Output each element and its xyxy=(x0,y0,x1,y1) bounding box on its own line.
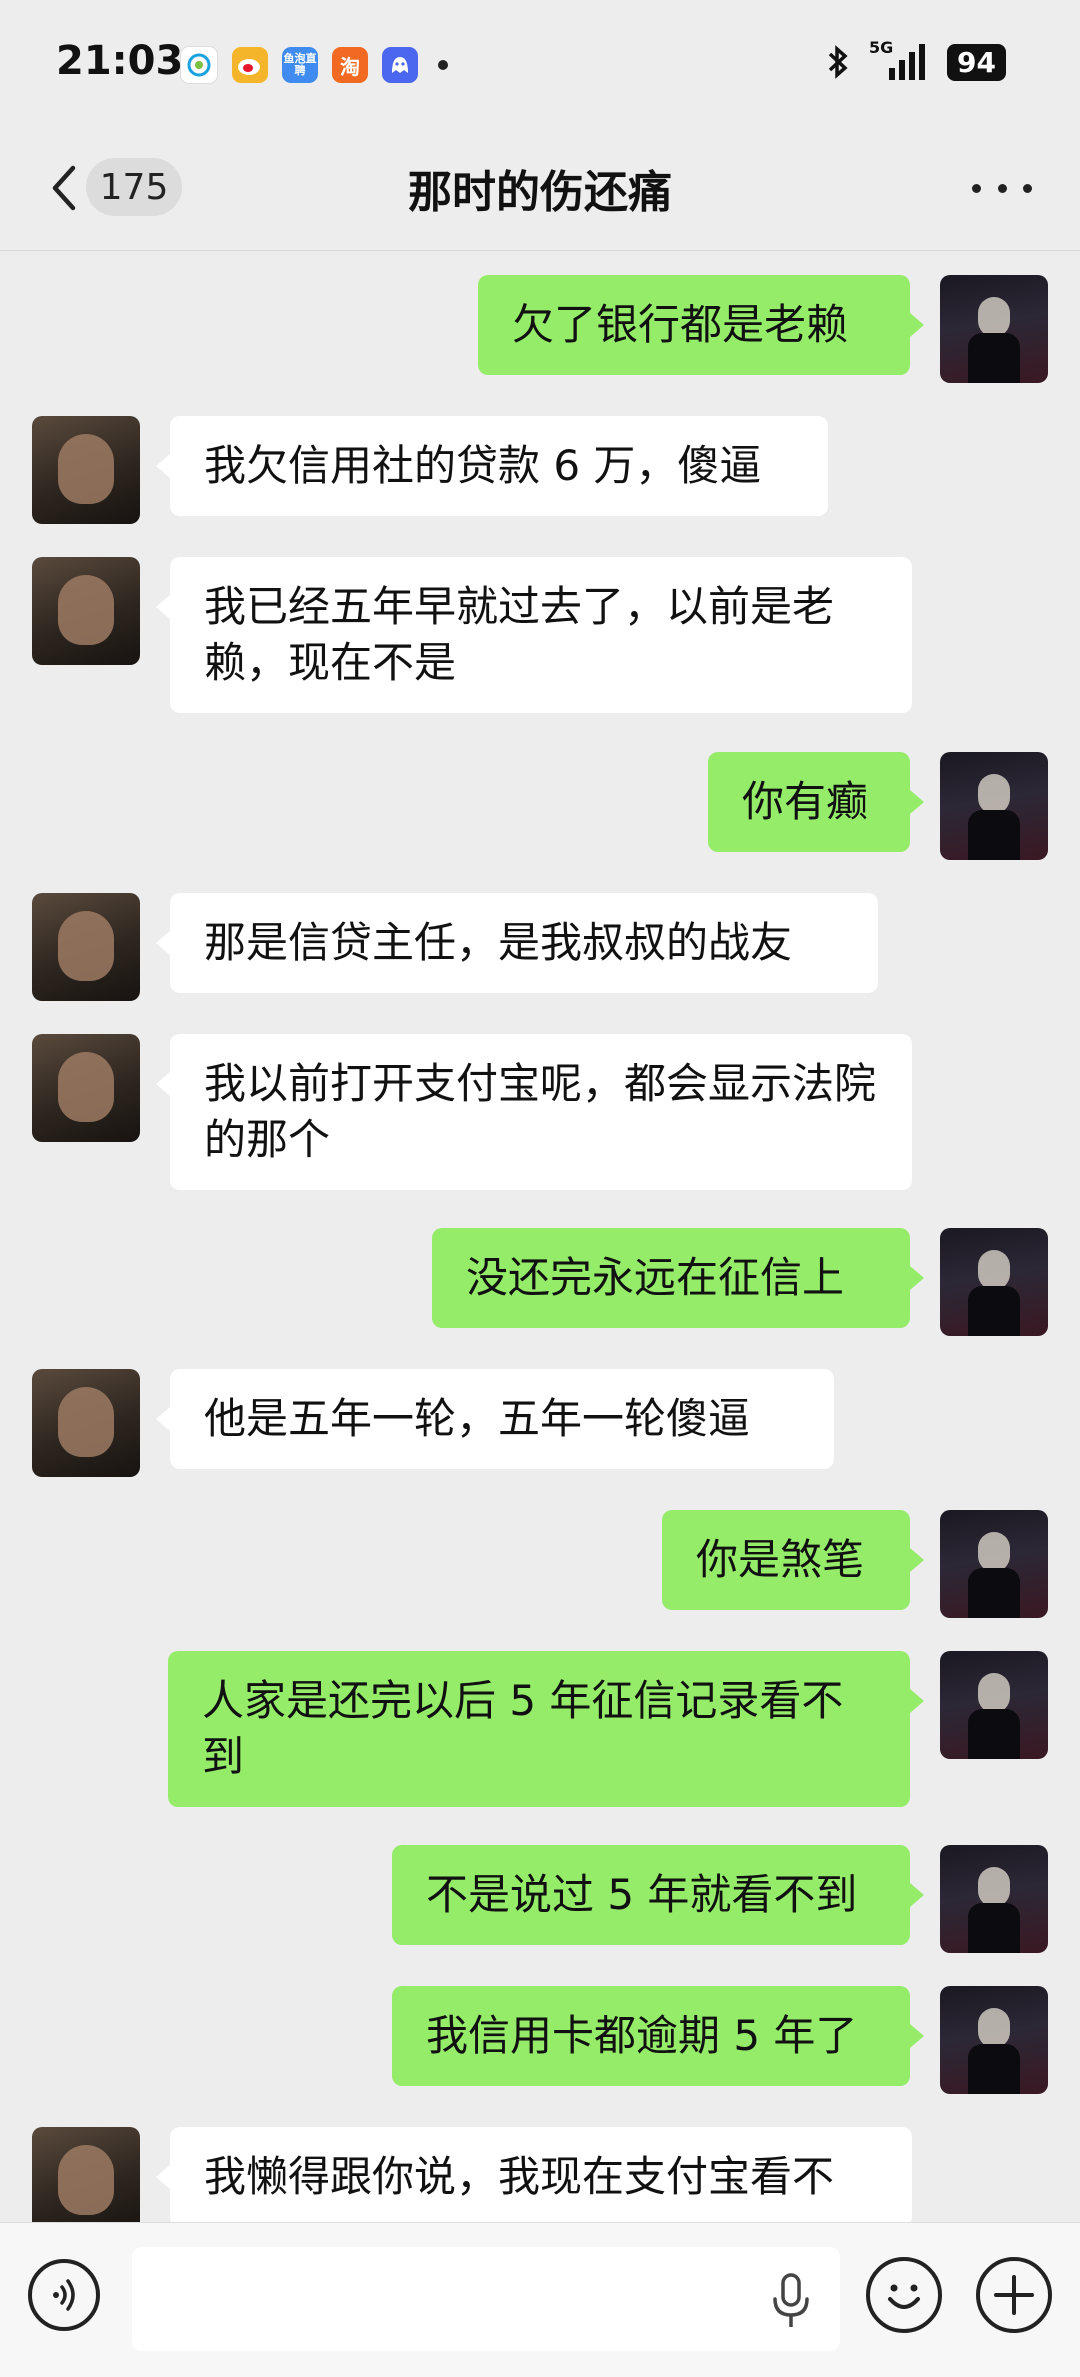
status-bar: 21:03 鱼泡直聘 淘 5G 94 xyxy=(0,0,1080,128)
my-avatar[interactable] xyxy=(940,1510,1048,1618)
weibo-icon xyxy=(232,47,268,83)
system-status: 5G 94 xyxy=(825,38,1006,82)
my-avatar[interactable] xyxy=(940,1845,1048,1953)
douyu-icon: 鱼泡直聘 xyxy=(282,47,318,83)
contact-avatar[interactable] xyxy=(32,2127,140,2222)
china-mobile-icon xyxy=(180,46,218,84)
chat-header: 175 那时的伤还痛 xyxy=(0,128,1080,251)
emoji-button[interactable] xyxy=(866,2257,942,2333)
contact-avatar[interactable] xyxy=(32,416,140,524)
message-input[interactable] xyxy=(132,2247,840,2351)
chat-title: 那时的伤还痛 xyxy=(408,167,672,218)
plus-icon xyxy=(994,2275,1034,2315)
incoming-message-bubble[interactable]: 那是信贷主任，是我叔叔的战友 xyxy=(156,893,878,993)
incoming-message-bubble[interactable]: 我懒得跟你说，我现在支付宝看不 xyxy=(156,2127,912,2222)
outgoing-message-bubble[interactable]: 我信用卡都逾期 5 年了 xyxy=(392,1986,924,2086)
notification-icons: 鱼泡直聘 淘 xyxy=(180,46,448,84)
my-avatar[interactable] xyxy=(940,1986,1048,2094)
voice-wave-icon xyxy=(53,2279,75,2311)
voice-input-button[interactable] xyxy=(28,2259,100,2331)
contact-avatar[interactable] xyxy=(32,557,140,665)
dot xyxy=(997,183,1007,193)
dot xyxy=(1023,183,1032,193)
outgoing-message-bubble[interactable]: 欠了银行都是老赖 xyxy=(478,275,924,375)
dot xyxy=(972,183,981,193)
input-bar xyxy=(0,2222,1080,2377)
bluetooth-icon xyxy=(828,45,848,79)
incoming-message-bubble[interactable]: 他是五年一轮，五年一轮傻逼 xyxy=(156,1369,834,1469)
taobao-icon: 淘 xyxy=(332,47,368,83)
outgoing-message-bubble[interactable]: 没还完永远在征信上 xyxy=(432,1228,924,1328)
battery-indicator: 94 xyxy=(947,43,1006,81)
contact-avatar[interactable] xyxy=(32,1034,140,1142)
more-notifications-dot xyxy=(438,60,448,70)
outgoing-message-bubble[interactable]: 人家是还完以后 5 年征信记录看不到 xyxy=(168,1651,924,1807)
qq-icon xyxy=(382,47,418,83)
my-avatar[interactable] xyxy=(940,752,1048,860)
message-list[interactable]: 欠了银行都是老赖 我欠信用社的贷款 6 万，傻逼 我已经五年早就过去了，以前是老… xyxy=(0,250,1080,2222)
more-functions-button[interactable] xyxy=(976,2257,1052,2333)
incoming-message-bubble[interactable]: 我以前打开支付宝呢，都会显示法院的那个 xyxy=(156,1034,912,1190)
status-time: 21:03 xyxy=(56,38,184,84)
smiley-icon xyxy=(888,2284,920,2309)
outgoing-message-bubble[interactable]: 不是说过 5 年就看不到 xyxy=(392,1845,924,1945)
my-avatar[interactable] xyxy=(940,1228,1048,1336)
outgoing-message-bubble[interactable]: 你是煞笔 xyxy=(662,1510,924,1610)
signal-icon: 5G xyxy=(869,38,929,82)
incoming-message-bubble[interactable]: 我欠信用社的贷款 6 万，傻逼 xyxy=(156,416,828,516)
contact-avatar[interactable] xyxy=(32,1369,140,1477)
outgoing-message-bubble[interactable]: 你有癫 xyxy=(708,752,924,852)
microphone-icon[interactable] xyxy=(766,2271,816,2331)
more-options-button[interactable] xyxy=(972,168,1032,208)
contact-avatar[interactable] xyxy=(32,893,140,1001)
my-avatar[interactable] xyxy=(940,275,1048,383)
incoming-message-bubble[interactable]: 我已经五年早就过去了，以前是老赖，现在不是 xyxy=(156,557,912,713)
my-avatar[interactable] xyxy=(940,1651,1048,1759)
